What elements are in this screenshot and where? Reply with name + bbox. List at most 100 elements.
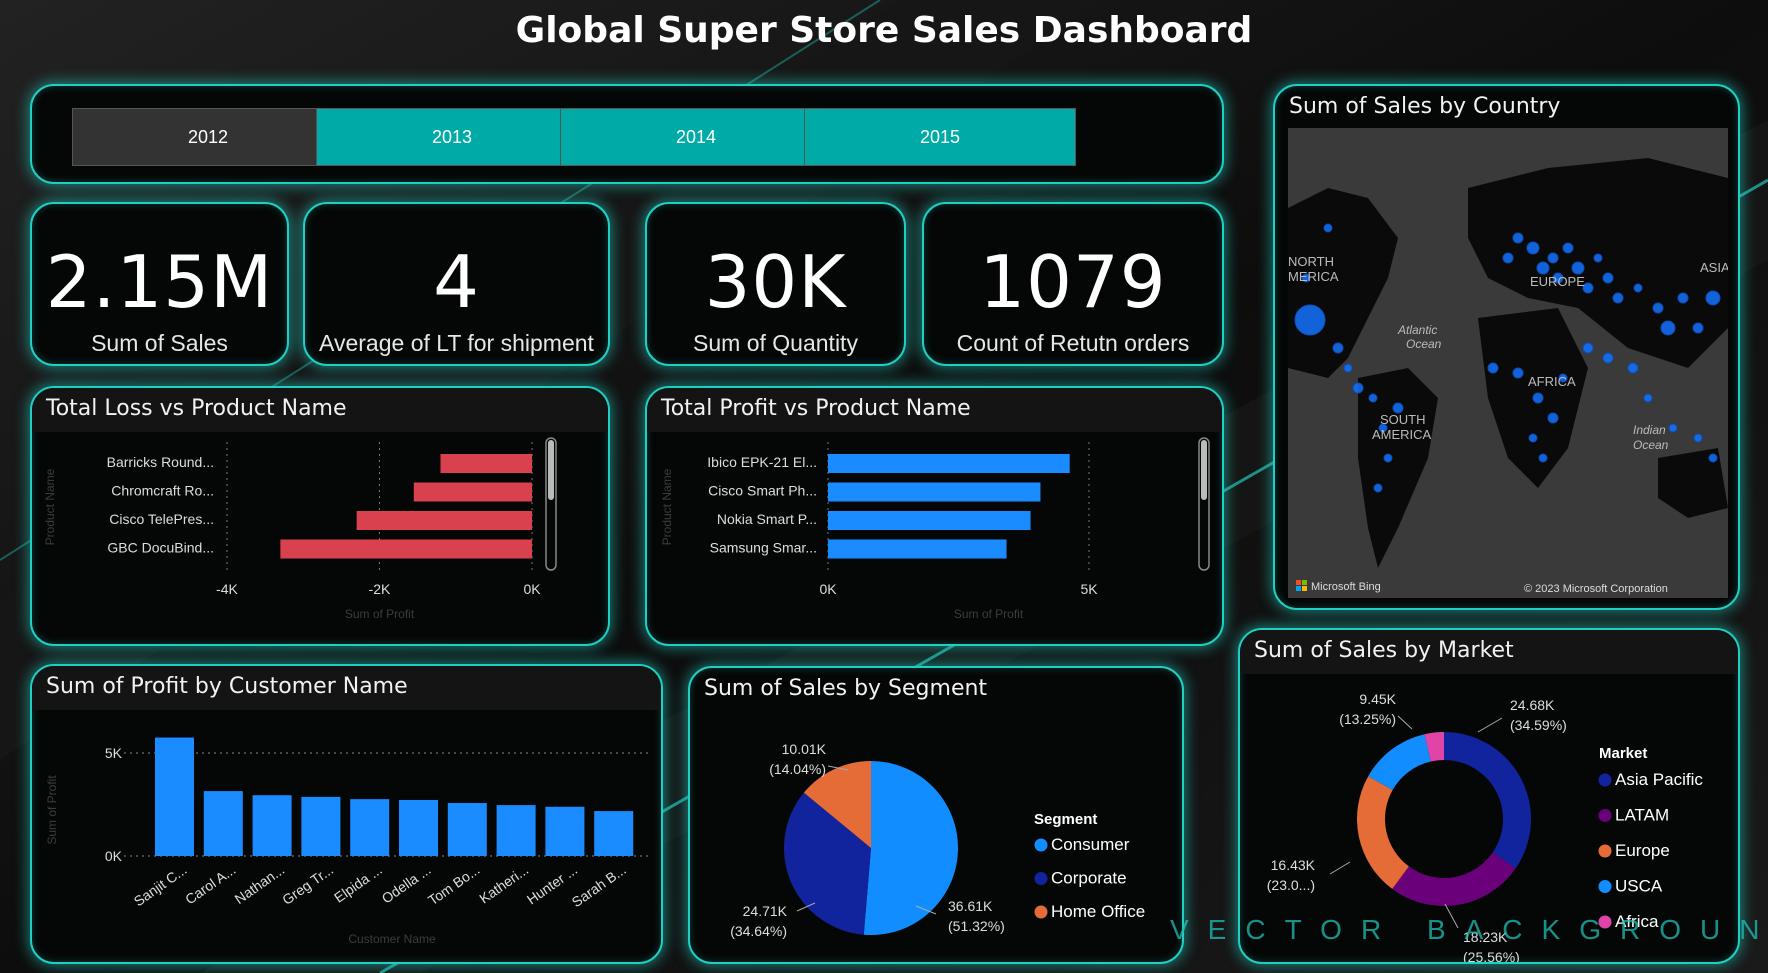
customer-profit-bar <box>496 805 536 856</box>
map-label: MERICA <box>1288 269 1339 284</box>
legend-title: Segment <box>1034 811 1097 828</box>
category-label: Samsung Smar... <box>710 540 817 556</box>
kpi-card-lead-time: 4 Average of LT for shipment <box>303 202 610 366</box>
map-label: Atlantic <box>1397 323 1437 337</box>
map-label: Ocean <box>1633 438 1669 452</box>
map-attribution-left: Microsoft Bing <box>1311 581 1381 593</box>
data-label-percent: (34.59%) <box>1510 717 1567 733</box>
category-label: GBC DocuBind... <box>107 540 214 556</box>
map-label: Ocean <box>1406 337 1442 351</box>
customer-profit-bar <box>399 799 438 856</box>
loss-bar <box>280 539 532 559</box>
year-slicer-panel: 2012 2013 2014 2015 <box>30 84 1224 184</box>
donut-slice-asia-pacific <box>1444 732 1531 869</box>
legend-marker <box>1598 880 1612 893</box>
map-label: EUROPE <box>1530 274 1585 289</box>
kpi-value: 1079 <box>979 240 1167 324</box>
x-tick-label: 0K <box>819 581 837 597</box>
segment-pie-chart[interactable]: 36.61K (51.32%) 24.71K (34.64%) 10.01K (14.04… <box>690 708 1182 964</box>
pie-slice-consumer <box>863 761 958 935</box>
y-axis-title: Sum of Profit <box>45 775 59 845</box>
legend-title: Market <box>1599 745 1647 762</box>
map-label: SOUTH <box>1380 412 1426 427</box>
map-card: Sum of Sales by Country NORTH MERICA EUR… <box>1273 84 1740 610</box>
category-label: Sarah B... <box>569 861 629 910</box>
map-label: AMERICA <box>1372 427 1432 442</box>
watermark: VECTOR BACKGROUND <box>1170 914 1768 945</box>
x-tick-label: 0K <box>523 581 541 597</box>
kpi-value: 4 <box>433 240 480 324</box>
legend-marker <box>1034 872 1048 885</box>
y-tick-label: 5K <box>105 745 123 761</box>
legend-label: Consumer <box>1051 835 1130 854</box>
category-label: Chromcraft Ro... <box>111 483 214 499</box>
kpi-label: Count of Retutn orders <box>956 330 1190 356</box>
sales-bubble <box>1627 362 1639 374</box>
profit-bar <box>828 539 1007 559</box>
donut-slice-latam <box>1392 852 1516 906</box>
legend-marker <box>1598 773 1612 787</box>
data-label: 24.71K <box>743 903 788 919</box>
profit-chart[interactable]: 0K 5K Ibico EPK-21 El... Cisco Smart Ph... N… <box>647 432 1222 644</box>
segment-chart-title: Sum of Sales by Segment <box>704 676 988 701</box>
x-axis-title: Sum of Profit <box>345 607 415 621</box>
category-label: Carol A... <box>182 861 238 907</box>
sales-bubble <box>1512 232 1524 244</box>
sales-bubble <box>1582 342 1594 354</box>
data-label-percent: (34.64%) <box>730 923 787 939</box>
legend-label: Europe <box>1615 841 1670 860</box>
donut-slice-europe <box>1357 776 1409 889</box>
profit-bar <box>828 454 1070 473</box>
customer-profit-bar <box>155 737 194 856</box>
sales-bubble <box>1383 453 1393 463</box>
legend-marker <box>1598 844 1612 858</box>
market-chart-title: Sum of Sales by Market <box>1254 638 1514 663</box>
legend-label: Home Office <box>1051 902 1145 921</box>
segment-chart-card: Sum of Sales by Segment 36.61K (51.32%) 24… <box>688 666 1184 964</box>
year-slicer-option-2012[interactable]: 2012 <box>72 108 344 166</box>
legend-label: LATAM <box>1615 806 1669 825</box>
x-axis-title: Sum of Profit <box>954 607 1024 621</box>
category-label: Katheri... <box>476 861 531 906</box>
sales-bubble <box>1332 342 1344 354</box>
loss-bar <box>440 454 532 473</box>
sales-bubble <box>1526 241 1540 255</box>
category-label: Nokia Smart P... <box>717 511 817 527</box>
kpi-card-sales: 2.15M Sum of Sales <box>30 202 289 366</box>
data-label-percent: (14.04%) <box>769 761 826 777</box>
scrollbar-thumb <box>548 440 554 500</box>
sales-bubble <box>1547 252 1559 264</box>
category-label: Tom Bo... <box>425 861 483 908</box>
y-axis-title: Product Name <box>660 468 674 545</box>
map-label: ASIA <box>1700 260 1728 275</box>
map-title: Sum of Sales by Country <box>1289 94 1561 119</box>
customer-profit-bar <box>301 796 341 856</box>
year-slicer-option-2015[interactable]: 2015 <box>804 108 1076 166</box>
loss-chart[interactable]: -4K -2K 0K Barricks Round... Chromcraft Ro..… <box>32 432 608 644</box>
category-label: Nathan... <box>232 861 288 907</box>
customer-profit-chart[interactable]: 5K 0K Sanjit C...Carol A...Nathan...Greg T… <box>32 710 661 962</box>
data-label-percent: (13.25%) <box>1339 711 1396 727</box>
category-label: Cisco TelePres... <box>109 511 214 527</box>
sales-bubble <box>1692 322 1704 334</box>
sales-bubble <box>1368 393 1378 403</box>
category-label: Sanjit C... <box>131 861 190 909</box>
category-label: Elpida ... <box>331 861 385 905</box>
sales-bubble <box>1660 320 1676 336</box>
x-tick-label: -2K <box>369 581 391 597</box>
data-label: 16.43K <box>1271 857 1316 873</box>
year-slicer-option-2013[interactable]: 2013 <box>316 108 588 166</box>
sales-bubble <box>1512 367 1524 379</box>
loss-chart-card: Total Loss vs Product Name -4K -2K 0K Barri… <box>30 386 610 646</box>
sales-bubble <box>1528 433 1538 443</box>
sales-bubble <box>1593 253 1603 263</box>
year-slicer-option-2014[interactable]: 2014 <box>560 108 832 166</box>
sales-bubble <box>1294 304 1326 336</box>
sales-by-country-map[interactable]: NORTH MERICA EUROPE ASIA Atlantic Ocean … <box>1288 128 1728 598</box>
sales-bubble <box>1487 362 1499 374</box>
sales-bubble <box>1602 272 1614 284</box>
legend-label: USCA <box>1615 877 1663 896</box>
sales-bubble <box>1352 382 1364 394</box>
leader-line <box>1477 717 1503 733</box>
map-attribution-right: © 2023 Microsoft Corporation <box>1524 583 1668 595</box>
